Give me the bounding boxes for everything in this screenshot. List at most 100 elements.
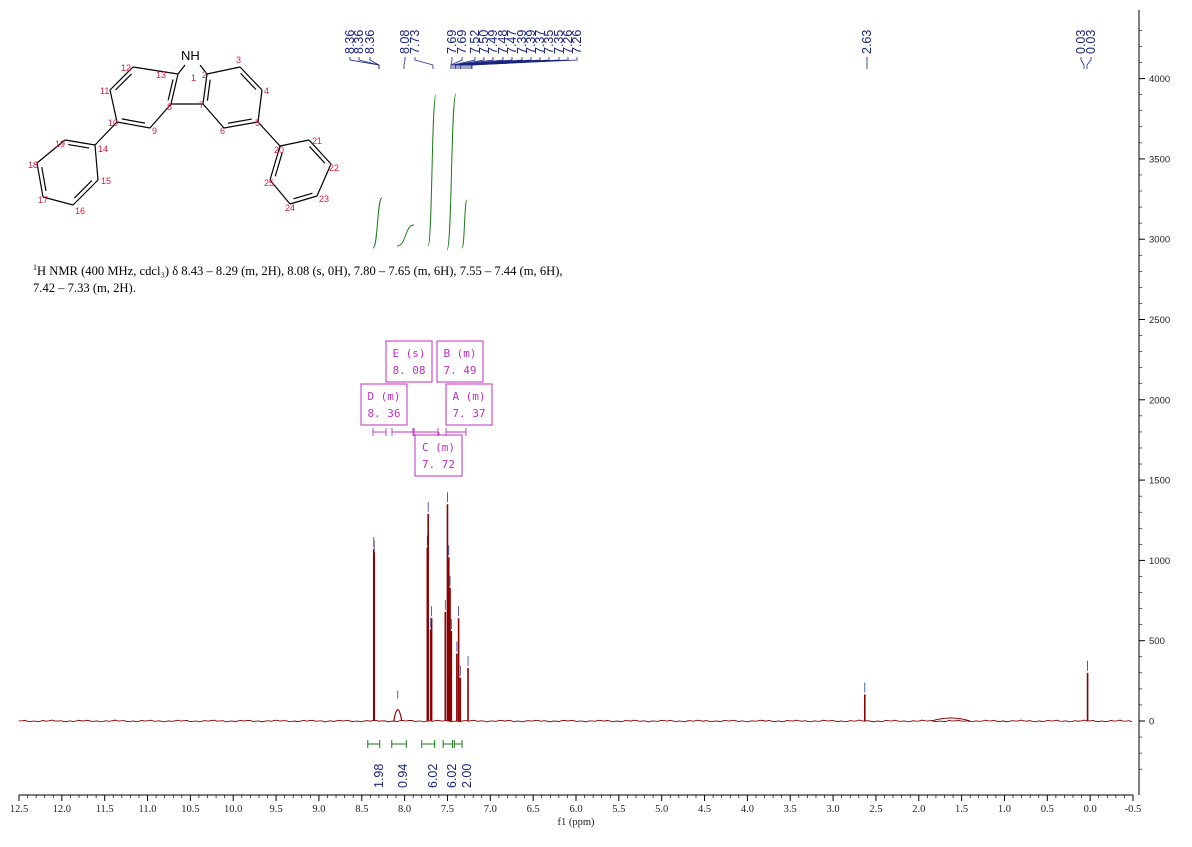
molecule-double-bond: [121, 118, 146, 124]
integral-curve: [446, 93, 457, 251]
x-tick-label: 11.5: [96, 804, 114, 815]
y-tick-label: 500: [1149, 636, 1165, 647]
integral-value: 0.94: [396, 764, 410, 788]
nh-label: NH: [181, 48, 200, 63]
molecule-double-bond: [68, 143, 90, 149]
molecule-double-bond: [206, 79, 211, 101]
nmr-description-line2: 7.42 – 7.33 (m, 2H).: [33, 281, 136, 296]
atom-number: 7: [199, 100, 204, 110]
peak-label: 7.73: [408, 30, 422, 54]
integral-curve: [396, 224, 415, 247]
x-tick-label: 8.5: [355, 804, 368, 815]
multiplet-shift: 7. 72: [422, 458, 455, 471]
molecule-double-bond: [41, 166, 47, 191]
x-tick-label: 12.0: [53, 804, 71, 815]
atom-number: 16: [75, 206, 85, 216]
x-tick-label: 3.5: [784, 804, 797, 815]
integral-value: 2.00: [460, 764, 474, 788]
atom-number: 4: [264, 86, 269, 96]
integral-value: 6.02: [426, 764, 440, 788]
spectrum-peak: [393, 709, 403, 722]
atom-number: 5: [255, 118, 260, 128]
peak-label: 7.69: [455, 30, 469, 54]
x-tick-label: 2.5: [869, 804, 882, 815]
x-tick-label: 10.5: [181, 804, 199, 815]
multiplet-label: D (m): [367, 390, 400, 403]
x-tick-label: 3.0: [827, 804, 840, 815]
x-tick-label: 8.0: [398, 804, 411, 815]
molecule-bond: [202, 103, 225, 129]
multiplet-shift: 8. 08: [392, 364, 425, 377]
multiplet-shift: 7. 49: [443, 364, 476, 377]
y-tick-label: 3500: [1149, 154, 1170, 165]
x-tick-label: 4.5: [698, 804, 711, 815]
multiplet-annotations: E (s) 8. 08 B (m) 7. 49 D (m) 8. 36 A (m) 7. 37…: [360, 340, 493, 477]
x-tick-label: 4.0: [741, 804, 754, 815]
atom-number: 13: [156, 70, 166, 80]
x-tick-label: 1.0: [998, 804, 1011, 815]
atom-number: 9: [152, 126, 157, 136]
x-axis-title: f1 (ppm): [557, 817, 595, 828]
atom-number: 6: [220, 126, 225, 136]
x-tick-label: 9.5: [270, 804, 283, 815]
y-axis: 0 500 1000 1500 2000 2500 3000 3500 4000: [1139, 30, 1170, 770]
plot-frame: [19, 10, 1140, 796]
x-tick-label: 0.5: [1041, 804, 1054, 815]
spectrum-baseline: [18, 719, 1133, 723]
x-tick-label: 7.5: [441, 804, 454, 815]
integral-value: 1.98: [372, 764, 386, 788]
integral-bars: 1.98 0.94 6.02 6.02 2.00: [367, 740, 474, 788]
spectrum-trace: [18, 492, 1133, 723]
x-tick-label: 6.0: [569, 804, 582, 815]
molecule-bond: [279, 139, 310, 147]
y-tick-label: 2500: [1149, 315, 1170, 326]
integral-curve: [372, 197, 383, 249]
atom-number: 22: [329, 163, 339, 173]
nmr-description-line1: H NMR (400 MHz, cdcl₃) δ 8.43 – 8.29 (m,…: [37, 264, 563, 279]
peak-leader-line: [1080, 57, 1085, 69]
atom-number: 19: [55, 139, 65, 149]
x-tick-label: 7.0: [484, 804, 497, 815]
peak-leader-line: [1086, 57, 1092, 69]
y-tick-label: 1000: [1149, 556, 1170, 567]
x-tick-label: 9.0: [312, 804, 325, 815]
y-tick-label: 2000: [1149, 395, 1170, 406]
x-tick-label: 12.5: [10, 804, 28, 815]
x-tick-label: 1.5: [955, 804, 968, 815]
molecule-bond: [170, 73, 179, 105]
atom-number: 24: [285, 203, 295, 213]
multiplet-label: C (m): [422, 441, 455, 454]
atom-number: 23: [319, 194, 329, 204]
atom-number: 10: [108, 118, 118, 128]
x-tick-label: 10.0: [224, 804, 242, 815]
integral-curve: [427, 94, 437, 247]
molecule-bond: [116, 121, 151, 129]
y-tick-label: 0: [1149, 717, 1154, 728]
molecule-bond: [239, 66, 263, 91]
multiplet-label: B (m): [443, 347, 476, 360]
nmr-description: 1H NMR (400 MHz, cdcl₃) δ 8.43 – 8.29 (m…: [33, 259, 633, 297]
x-axis: 12.5 12.0 11.5 11.0 10.5 10.0 9.5 9.0 8.5 8.0 7.5 7…: [10, 795, 1142, 828]
atom-number: 25: [264, 178, 274, 188]
atom-number: 11: [100, 86, 109, 96]
x-tick-label: -0.5: [1125, 804, 1142, 815]
peak-label: 2.63: [860, 30, 874, 54]
atom-number: 21: [312, 136, 322, 146]
atom-number: 12: [121, 63, 131, 73]
molecule-structure: NH1 2345678910111213141516171819202122232…: [28, 48, 339, 216]
multiplet-shift: 8. 36: [367, 407, 400, 420]
atom-number: 3: [236, 55, 241, 65]
peak-leader-line: [403, 57, 406, 69]
multiplet-label: A (m): [452, 390, 485, 403]
x-tick-label: 11.0: [139, 804, 157, 815]
atom-number: 1: [191, 73, 196, 83]
molecule-double-bond: [274, 152, 283, 177]
atom-number: 18: [28, 160, 38, 170]
x-tick-label: 2.0: [912, 804, 925, 815]
atom-number: 2: [202, 70, 207, 80]
peak-label: 7.26: [570, 30, 584, 54]
x-tick-label: 5.0: [655, 804, 668, 815]
atom-number: 17: [38, 195, 48, 205]
atom-number: 15: [101, 176, 111, 186]
peak-label-group: 8.368.368.36 8.087.73 7.697.69 7.527.507.49…: [343, 30, 1098, 69]
